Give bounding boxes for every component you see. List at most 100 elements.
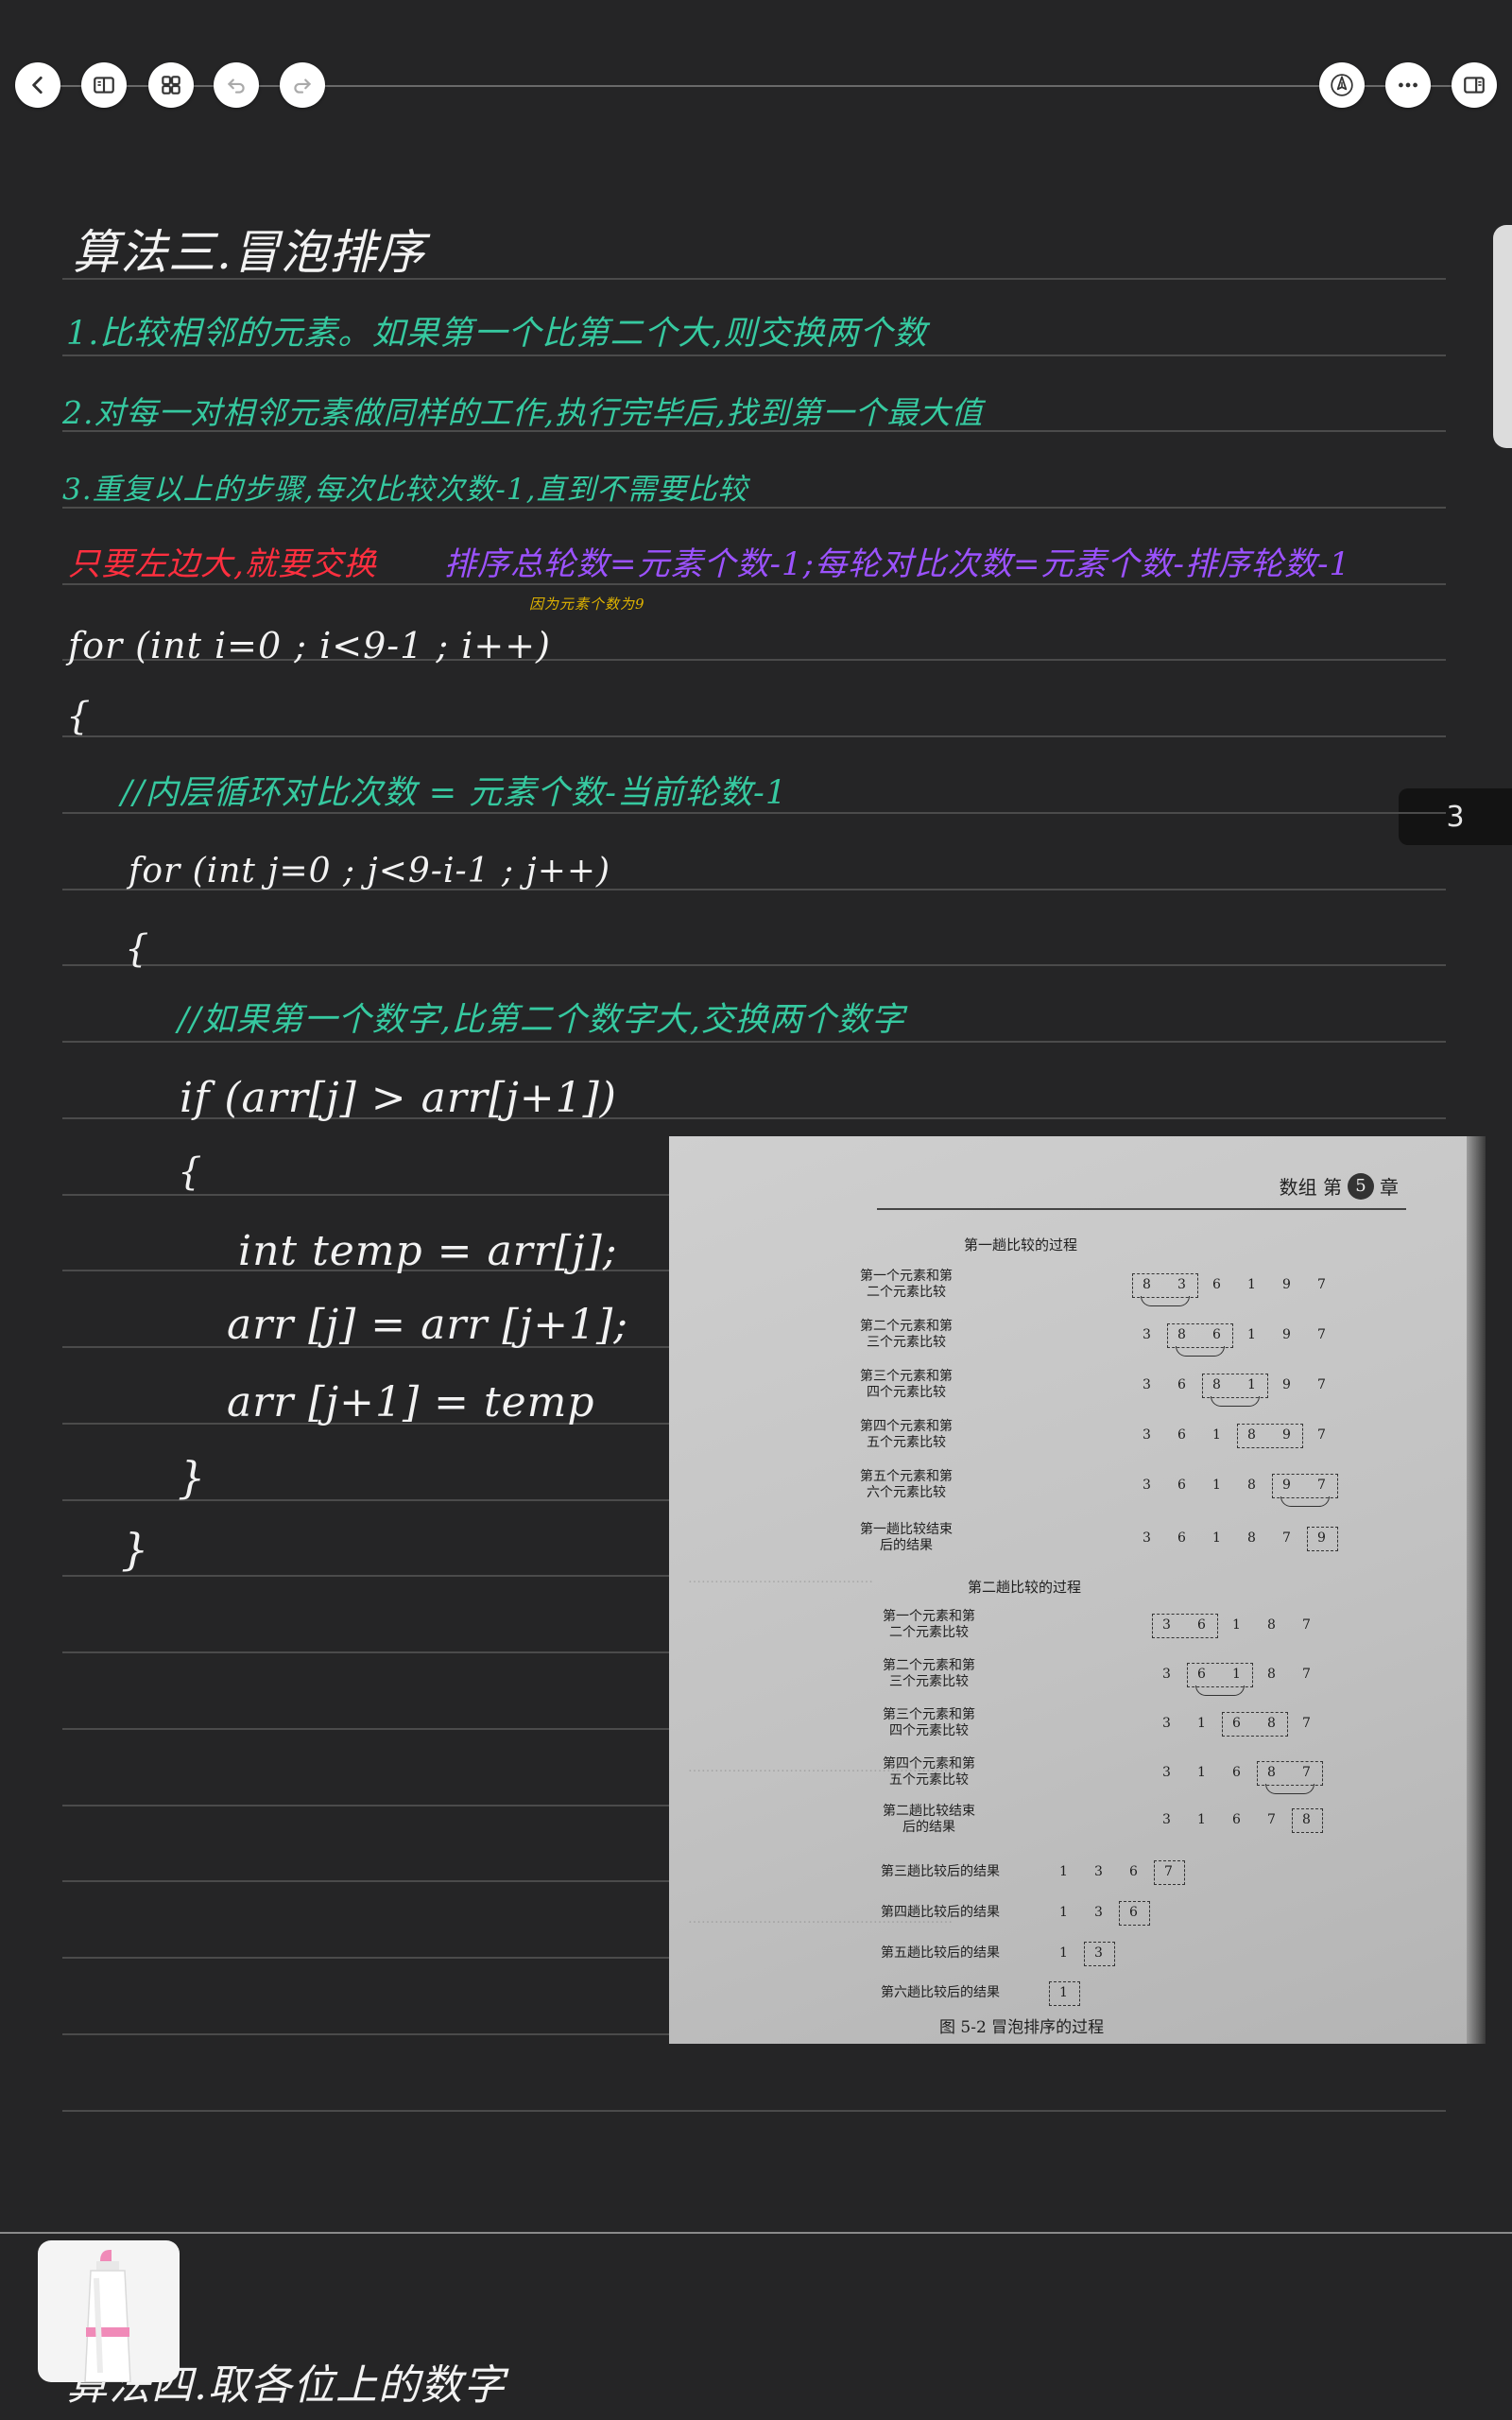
more-dots-icon [1399,82,1418,88]
swap-arc [1280,1496,1330,1507]
back-button[interactable] [15,62,60,108]
figure-row-value: 1 [1059,1905,1068,1920]
redo-button[interactable] [280,62,325,108]
swap-arc [1195,1685,1245,1696]
compare-box [1154,1860,1185,1885]
figure-row-value: 7 [1317,1377,1326,1392]
compare-box [1152,1614,1218,1638]
pen-tool-button[interactable] [1319,62,1365,108]
note-step-3: 3.重复以上的步骤,每次比较次数-1,直到不需要比较 [62,473,748,507]
swap-arc [1141,1296,1190,1306]
pen-nib-icon [1331,74,1353,96]
figure-row-label: 第三趟比较后的结果 [881,1864,1000,1879]
note-purple-remark: 排序总轮数=元素个数-1;每轮对比次数=元素个数-排序轮数-1 [444,545,1351,583]
note-step-2: 2.对每一对相邻元素做同样的工作,执行完毕后,找到第一个最大值 [62,394,984,431]
figure-row-value: 7 [1317,1327,1326,1342]
book-view-button[interactable] [81,62,127,108]
figure-row-value: 7 [1302,1667,1311,1682]
figure-row-value: 6 [1129,1864,1138,1879]
compare-box [1272,1474,1338,1498]
section-2-title: 第二趟比较的过程 [968,1579,1082,1596]
highlighter-tool-card[interactable] [38,2240,180,2383]
compare-box [1202,1374,1268,1398]
compare-box [1049,1981,1080,2006]
sidebar-toggle-button[interactable] [1452,62,1497,108]
undo-icon [227,78,245,94]
figure-row-value: 6 [1177,1478,1186,1493]
side-panel-handle[interactable] [1493,225,1512,448]
figure-row-label: 第一个元素和第 二个元素比较 [860,1269,953,1300]
figure-row-values: 386197 [1129,1327,1339,1342]
figure-row-label: 第二个元素和第 三个元素比较 [883,1658,975,1689]
code-brace-open-3: { [178,1150,203,1194]
grid-icon [162,76,180,95]
undo-button[interactable] [214,62,259,108]
figure-row-value: 9 [1282,1327,1291,1342]
figure-row-value: 1 [1197,1765,1206,1780]
swap-arc [1211,1396,1260,1407]
figure-row-value: 6 [1212,1277,1221,1292]
compare-box [1307,1527,1338,1551]
code-comment-inner: //内层循环对比次数 = 元素个数-当前轮数-1 [121,774,788,812]
swap-arc [1176,1346,1225,1357]
figure-row-value: 6 [1232,1812,1241,1827]
figure-row-value: 8 [1267,1617,1276,1633]
figure-row-value: 7 [1302,1716,1311,1731]
figure-row-value: 6 [1177,1377,1186,1392]
figure-row-value: 3 [1162,1812,1171,1827]
figure-row-label: 第二趟比较结束 后的结果 [883,1804,975,1835]
figure-row-value: 3 [1143,1478,1151,1493]
code-inner-for: for (int j=0 ; j<9-i-1 ; j++) [129,852,611,890]
figure-row-value: 7 [1317,1277,1326,1292]
figure-row-label: 第四趟比较后的结果 [881,1905,1000,1920]
figure-row-value: 1 [1059,1945,1068,1961]
figure-row-label: 第三个元素和第 四个元素比较 [883,1707,975,1738]
more-options-button[interactable] [1385,62,1431,108]
figure-row-value: 3 [1143,1530,1151,1546]
grid-view-button[interactable] [148,62,194,108]
figure-row-label: 第五个元素和第 六个元素比较 [860,1469,953,1500]
code-comment-if: //如果第一个数字,比第二个数字大,交换两个数字 [178,1001,905,1039]
chapter-number: 5 [1348,1172,1374,1200]
code-brace-open-1: { [66,695,92,738]
figure-row-label: 第五趟比较后的结果 [881,1945,1000,1961]
figure-row-value: 1 [1247,1327,1256,1342]
compare-box [1237,1424,1303,1448]
figure-row-label: 第六趟比较后的结果 [881,1985,1000,2000]
figure-row-value: 3 [1143,1377,1151,1392]
figure-row-label: 第一个元素和第 二个元素比较 [883,1609,975,1640]
page-number-badge: 3 [1399,788,1512,845]
figure-row-value: 6 [1232,1765,1241,1780]
note-title: 算法三.冒泡排序 [72,225,425,280]
figure-row-label: 第三个元素和第 四个元素比较 [860,1369,953,1400]
embedded-book-photo[interactable]: …………………………………… …………………………………………………… …………… [669,1136,1486,2044]
code-brace-close-2: } [121,1524,150,1575]
figure-row-value: 8 [1247,1478,1256,1493]
note-step-1: 1.比较相邻的元素。如果第一个比第二个大,则交换两个数 [66,315,928,353]
figure-row-value: 1 [1197,1812,1206,1827]
compare-box [1257,1761,1323,1786]
compare-box [1292,1808,1323,1833]
figure-row-value: 1 [1212,1530,1221,1546]
compare-box [1187,1663,1253,1687]
photo-header-rule [877,1208,1406,1210]
figure-caption: 图 5-2 冒泡排序的过程 [939,2018,1105,2037]
figure-row-value: 3 [1162,1716,1171,1731]
compare-box [1222,1712,1288,1737]
figure-row-value: 9 [1282,1377,1291,1392]
chevron-left-icon [32,77,43,94]
figure-row-label: 第二个元素和第 三个元素比较 [860,1319,953,1350]
figure-row-value: 7 [1317,1427,1326,1443]
figure-row-value: 1 [1212,1478,1221,1493]
figure-row-values: 361897 [1129,1427,1339,1443]
photo-header-text: 数组 第 [1279,1176,1342,1199]
figure-row-value: 7 [1302,1617,1311,1633]
figure-row-value: 1 [1197,1716,1206,1731]
figure-row-label: 第四个元素和第 五个元素比较 [883,1756,975,1788]
code-outer-for: for (int i=0 ; i<9-1 ; i++) [68,625,551,666]
photo-shadow-edge [1467,1136,1486,2044]
figure-row-value: 1 [1059,1864,1068,1879]
compare-box [1167,1323,1233,1348]
compare-box [1132,1273,1198,1298]
code-if: if (arr[j] > arr[j+1]) [180,1074,617,1122]
